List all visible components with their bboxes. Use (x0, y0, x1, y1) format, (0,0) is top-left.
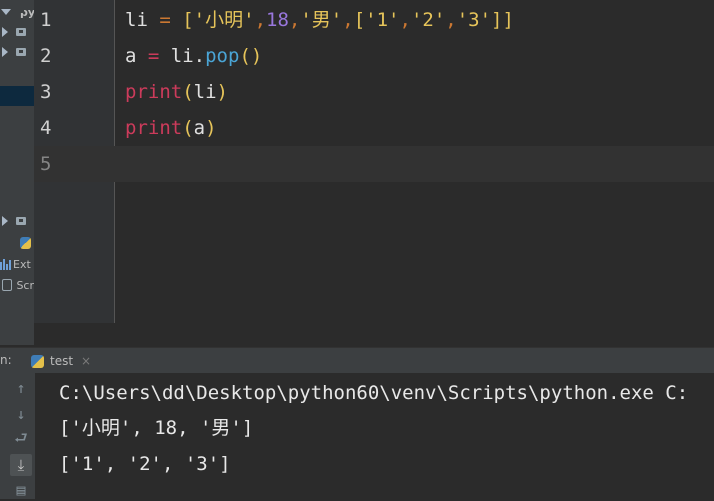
code-token: '3' (456, 9, 492, 31)
code-token: () (239, 45, 263, 67)
line-number: 2 (40, 45, 52, 67)
folder-row[interactable] (0, 22, 34, 42)
run-toolbar: ↑ ↓ ⮐ ⤓ ▤ (0, 373, 35, 499)
external-libraries-row[interactable]: Ext (0, 254, 34, 274)
folder-row[interactable] (0, 211, 34, 231)
folder-icon (16, 28, 26, 36)
run-tab-test[interactable]: test × (27, 350, 91, 372)
scratches-row[interactable]: Scr (0, 275, 34, 295)
external-libraries-label: Ext (13, 257, 31, 271)
code-token: , (288, 9, 301, 31)
folder-icon (16, 217, 26, 225)
code-token: = (147, 9, 183, 31)
scratches-label: Scr (16, 278, 34, 292)
collapse-arrow-icon[interactable] (1, 9, 11, 15)
line-number: 5 (40, 153, 52, 175)
folder-icon (16, 48, 26, 56)
code-line-4[interactable]: print(a) (125, 110, 217, 146)
code-token: ) (205, 117, 217, 139)
run-tab-label: test (50, 354, 74, 368)
code-line-2[interactable]: a = li.pop() (125, 38, 262, 74)
code-token: print (125, 81, 183, 103)
code-token: 18 (266, 9, 289, 31)
code-token: a (125, 45, 137, 67)
python-file-icon (20, 237, 31, 249)
expand-arrow-icon[interactable] (2, 27, 8, 37)
code-token: ( (182, 81, 194, 103)
code-token: pop (205, 45, 240, 67)
code-token: , (342, 9, 354, 31)
code-token: , (399, 9, 411, 31)
file-row[interactable] (0, 233, 34, 253)
code-token: li. (170, 45, 206, 67)
close-icon[interactable]: × (81, 354, 91, 368)
code-token: ) (216, 81, 228, 103)
code-token: '2' (410, 9, 446, 31)
run-label: n: (0, 353, 12, 367)
project-sidebar: py Ext Scr (0, 0, 34, 345)
code-token: , (445, 9, 457, 31)
code-token: print (125, 117, 183, 139)
current-line-highlight (34, 146, 714, 182)
code-token: '小明' (193, 9, 255, 31)
code-token: '1' (365, 9, 400, 31)
run-tool-window-header: n: test × (0, 347, 714, 374)
scroll-to-end-icon[interactable]: ⤓ (10, 454, 32, 476)
code-token: [ (182, 9, 194, 31)
code-token: [ (353, 9, 366, 31)
project-root-row[interactable]: py (0, 2, 34, 22)
line-number: 1 (40, 9, 52, 31)
code-token: = (136, 45, 171, 67)
selected-file-row[interactable] (0, 86, 34, 106)
print-icon[interactable]: ▤ (10, 479, 32, 501)
expand-arrow-icon[interactable] (2, 47, 8, 57)
code-token: li (125, 9, 148, 31)
folder-row[interactable] (0, 42, 34, 62)
code-token: ( (182, 117, 194, 139)
console-line: C:\Users\dd\Desktop\python60\venv\Script… (59, 382, 689, 404)
editor-bottom-strip (34, 323, 714, 347)
code-token: '男' (300, 9, 343, 31)
scratches-icon (2, 279, 13, 291)
code-token: ] (491, 9, 503, 31)
code-line-3[interactable]: print(li) (125, 74, 228, 110)
line-number: 4 (40, 117, 52, 139)
arrow-up-icon[interactable]: ↑ (10, 377, 32, 399)
soft-wrap-icon[interactable]: ⮐ (10, 429, 32, 451)
console-line: ['1', '2', '3'] (59, 453, 231, 475)
python-icon (31, 354, 44, 368)
console-line: ['小明', 18, '男'] (59, 417, 254, 439)
expand-arrow-icon[interactable] (2, 216, 8, 226)
code-token: ] (502, 9, 514, 31)
code-token: li (193, 81, 217, 103)
code-token: a (193, 117, 206, 139)
libraries-icon (0, 258, 11, 270)
code-line-1[interactable]: li = ['小明',18,'男',['1','2','3']] (125, 2, 514, 38)
arrow-down-icon[interactable]: ↓ (10, 403, 32, 425)
line-number: 3 (40, 81, 52, 103)
code-token: , (254, 9, 267, 31)
